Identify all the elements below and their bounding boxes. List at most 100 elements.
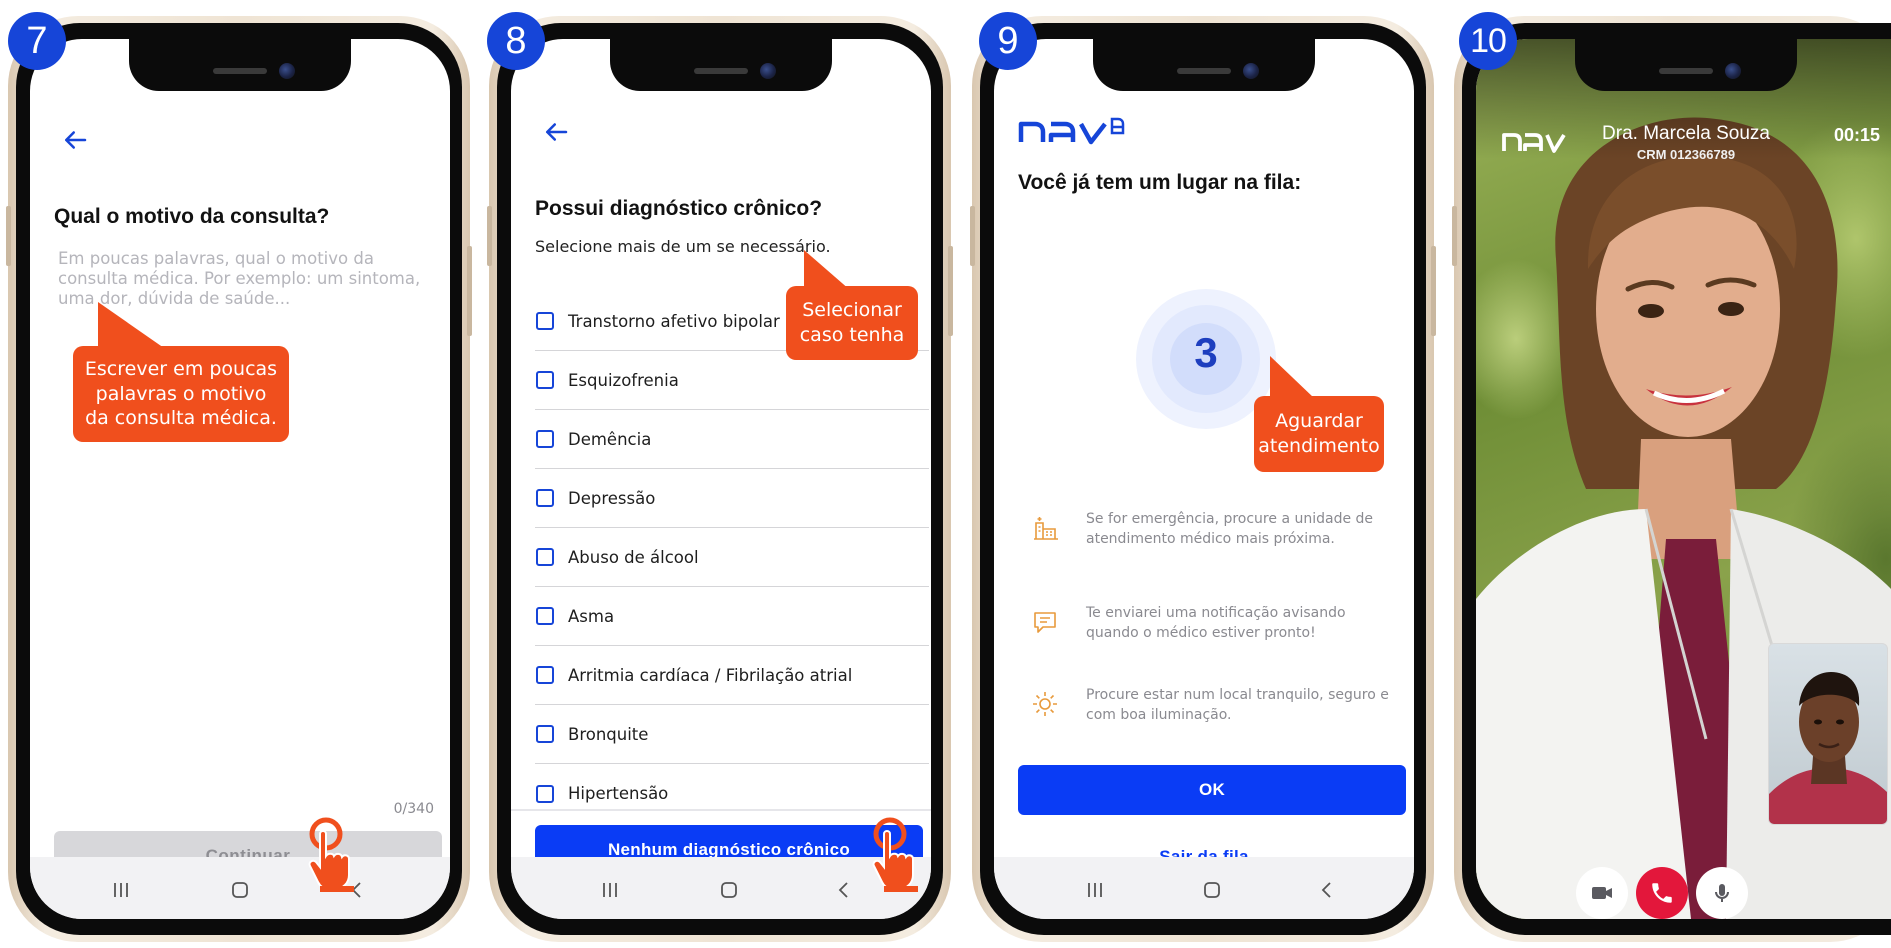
side-button bbox=[6, 206, 11, 266]
diagnosis-option[interactable]: Hipertensão bbox=[535, 764, 929, 823]
page-title: Possui diagnóstico crônico? bbox=[535, 197, 823, 220]
ok-button[interactable]: OK bbox=[1018, 765, 1406, 815]
info-text: Se for emergência, procure a unidade de … bbox=[1086, 511, 1374, 548]
recent-apps-icon[interactable] bbox=[1084, 879, 1106, 901]
end-call-button[interactable] bbox=[1636, 867, 1688, 919]
checkbox[interactable] bbox=[536, 371, 554, 389]
home-icon[interactable] bbox=[229, 879, 251, 901]
screen-reason: Qual o motivo da consulta? Em poucas pal… bbox=[30, 39, 450, 919]
option-label: Arritmia cardíaca / Fibrilação atrial bbox=[568, 665, 853, 685]
notch bbox=[129, 39, 351, 91]
checkbox[interactable] bbox=[536, 430, 554, 448]
front-camera bbox=[1725, 63, 1741, 79]
checkbox[interactable] bbox=[536, 666, 554, 684]
side-button bbox=[948, 246, 953, 336]
home-icon[interactable] bbox=[1201, 879, 1223, 901]
reason-textarea[interactable]: Em poucas palavras, qual o motivo da con… bbox=[58, 249, 438, 309]
back-arrow-icon[interactable] bbox=[60, 125, 90, 155]
back-arrow-icon[interactable] bbox=[541, 117, 571, 147]
step-badge: 9 bbox=[979, 12, 1037, 70]
self-view-video[interactable] bbox=[1768, 643, 1888, 825]
page-title: Qual o motivo da consulta? bbox=[54, 205, 330, 228]
front-camera bbox=[1243, 63, 1259, 79]
info-text: Te enviarei uma notificação avisando qua… bbox=[1086, 605, 1346, 642]
checkbox[interactable] bbox=[536, 489, 554, 507]
diagnosis-option[interactable]: Depressão bbox=[535, 469, 929, 528]
tap-hand-icon bbox=[308, 817, 354, 892]
phone-bezel: Você já tem um lugar na fila: 3 Se for e… bbox=[980, 23, 1426, 935]
side-button bbox=[970, 206, 975, 266]
home-icon[interactable] bbox=[718, 879, 740, 901]
microphone-icon bbox=[1715, 884, 1729, 902]
step-badge: 8 bbox=[487, 12, 545, 70]
mute-toggle-button[interactable] bbox=[1696, 867, 1748, 919]
front-camera bbox=[279, 63, 295, 79]
option-label: Depressão bbox=[568, 488, 656, 508]
diagnosis-option[interactable]: Demência bbox=[535, 410, 929, 469]
video-camera-icon bbox=[1592, 887, 1612, 899]
tap-hand-icon bbox=[872, 817, 918, 892]
option-label: Bronquite bbox=[568, 724, 649, 744]
checkbox[interactable] bbox=[536, 548, 554, 566]
side-button bbox=[467, 246, 472, 336]
option-label: Abuso de álcool bbox=[568, 547, 699, 567]
speaker bbox=[1659, 68, 1713, 74]
list-fade-divider bbox=[511, 809, 931, 811]
phone-step-7: Qual o motivo da consulta? Em poucas pal… bbox=[6, 16, 472, 942]
recent-apps-icon[interactable] bbox=[599, 879, 621, 901]
screen-chronic-diagnosis: Possui diagnóstico crônico? Selecione ma… bbox=[511, 39, 931, 919]
notch bbox=[1093, 39, 1315, 91]
phone-bezel: Possui diagnóstico crônico? Selecione ma… bbox=[497, 23, 943, 935]
info-item: Te enviarei uma notificação avisando qua… bbox=[1030, 603, 1390, 644]
recent-apps-icon[interactable] bbox=[110, 879, 132, 901]
patient-portrait-image bbox=[1769, 672, 1887, 824]
android-nav-bar bbox=[30, 857, 450, 919]
page-title: Você já tem um lugar na fila: bbox=[1018, 171, 1302, 194]
callout-tail bbox=[804, 250, 850, 290]
checkbox[interactable] bbox=[536, 784, 554, 803]
hospital-icon bbox=[1034, 517, 1058, 540]
diagnosis-list: Transtorno afetivo bipolar Esquizofrenia… bbox=[535, 292, 929, 823]
android-nav-bar bbox=[994, 857, 1414, 919]
callout-wait-attendance: Aguardar atendimento bbox=[1254, 396, 1384, 472]
speaker bbox=[1177, 68, 1231, 74]
screen-queue: Você já tem um lugar na fila: 3 Se for e… bbox=[994, 39, 1414, 919]
doctor-crm: CRM 012366789 bbox=[1636, 147, 1736, 162]
diagnosis-option[interactable]: Abuso de álcool bbox=[535, 528, 929, 587]
phone-bezel: Qual o motivo da consulta? Em poucas pal… bbox=[16, 23, 462, 935]
phone-step-10: Dra. Marcela Souza CRM 012366789 00:15 bbox=[1452, 16, 1891, 942]
phone-hangup-icon bbox=[1652, 883, 1672, 903]
phone-step-8: Possui diagnóstico crônico? Selecione ma… bbox=[487, 16, 953, 942]
notch bbox=[610, 39, 832, 91]
option-label: Asma bbox=[568, 606, 615, 626]
option-label: Esquizofrenia bbox=[568, 370, 679, 390]
side-button bbox=[487, 206, 492, 266]
diagnosis-option[interactable]: Asma bbox=[535, 587, 929, 646]
back-nav-icon[interactable] bbox=[1316, 879, 1338, 901]
queue-position: 3 bbox=[1194, 329, 1218, 376]
diagnosis-option[interactable]: Bronquite bbox=[535, 705, 929, 764]
nav-logo-icon bbox=[1502, 133, 1566, 153]
speaker bbox=[213, 68, 267, 74]
checkbox[interactable] bbox=[536, 607, 554, 625]
info-text: Procure estar num local tranquilo, segur… bbox=[1086, 687, 1389, 724]
checkbox[interactable] bbox=[536, 312, 554, 330]
checkbox[interactable] bbox=[536, 725, 554, 743]
phone-bezel: Dra. Marcela Souza CRM 012366789 00:15 bbox=[1462, 23, 1891, 935]
diagnosis-option[interactable]: Arritmia cardíaca / Fibrilação atrial bbox=[535, 646, 929, 705]
call-timer: 00:15 bbox=[1833, 125, 1880, 145]
camera-toggle-button[interactable] bbox=[1576, 867, 1628, 919]
chat-icon bbox=[1034, 612, 1056, 633]
info-item: Se for emergência, procure a unidade de … bbox=[1030, 509, 1390, 550]
step-badge: 10 bbox=[1459, 12, 1517, 70]
side-button bbox=[1452, 206, 1457, 266]
char-counter: 0/340 bbox=[393, 801, 434, 817]
callout-select-if-applicable: Selecionar caso tenha bbox=[786, 286, 918, 360]
page-subtitle: Selecione mais de um se necessário. bbox=[535, 237, 831, 256]
side-button bbox=[1431, 246, 1436, 336]
option-label: Demência bbox=[568, 429, 652, 449]
step-badge: 7 bbox=[8, 12, 66, 70]
speaker bbox=[694, 68, 748, 74]
nav-dasa-logo-icon bbox=[1018, 117, 1125, 145]
back-nav-icon[interactable] bbox=[833, 879, 855, 901]
